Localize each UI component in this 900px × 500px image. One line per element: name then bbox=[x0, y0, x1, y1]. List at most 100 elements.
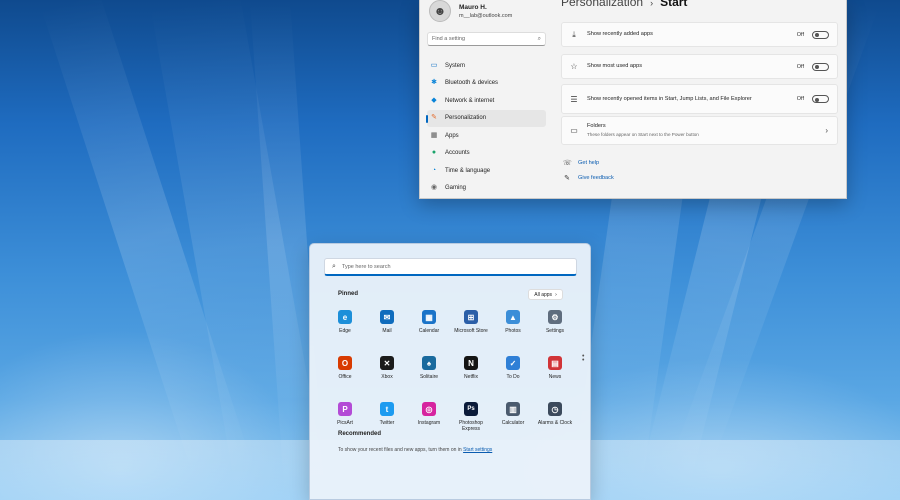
app-label: PicsArt bbox=[337, 420, 353, 426]
start-settings-link[interactable]: Start settings bbox=[463, 447, 492, 453]
person-icon: ● bbox=[431, 149, 437, 157]
folders-row[interactable]: ▭ Folders These folders appear on Start … bbox=[561, 116, 838, 145]
sidebar-item-label: Bluetooth & devices bbox=[445, 80, 499, 87]
app-label: Photos bbox=[505, 328, 521, 334]
give-feedback-link[interactable]: ✎ Give feedback bbox=[563, 174, 614, 182]
instagram-icon: ◎ bbox=[422, 402, 436, 416]
pinned-app-edge[interactable]: e Edge bbox=[324, 308, 366, 345]
app-label: Photoshop Express bbox=[459, 420, 483, 432]
start-search-placeholder: Type here to search bbox=[341, 263, 391, 270]
pinned-app-photos[interactable]: ▲ Photos bbox=[492, 308, 534, 345]
pinned-app-photoshop-express[interactable]: Ps Photoshop Express bbox=[450, 400, 492, 437]
app-label: Office bbox=[338, 374, 352, 380]
option-label: Show recently added apps bbox=[587, 31, 653, 37]
recent-apps-toggle[interactable] bbox=[812, 30, 829, 39]
sidebar-item-personalization[interactable]: ✎ Personalization bbox=[426, 109, 546, 127]
user-email: m__lab@outlook.com bbox=[459, 12, 513, 19]
app-label: To Do bbox=[506, 374, 520, 380]
app-label: Microsoft Store bbox=[454, 328, 488, 334]
sidebar-item-apps[interactable]: ▦ Apps bbox=[427, 127, 546, 145]
pinned-app-microsoft-store[interactable]: ⊞ Microsoft Store bbox=[450, 308, 492, 345]
app-label: Netflix bbox=[464, 374, 478, 380]
option-label: Show recently opened items in Start, Jum… bbox=[587, 95, 752, 102]
user-profile[interactable]: ☻ Mauro H. m__lab@outlook.com bbox=[429, 0, 512, 22]
find-setting-placeholder: Find a setting bbox=[432, 36, 466, 42]
folders-title: Folders bbox=[587, 123, 606, 129]
toggle-state: Off bbox=[796, 31, 804, 38]
sidebar-item-accounts[interactable]: ● Accounts bbox=[427, 145, 546, 163]
gamepad-icon: ◉ bbox=[430, 184, 438, 192]
app-label: News bbox=[548, 374, 562, 380]
sidebar-item-time-language[interactable]: ◔ Time & language bbox=[427, 162, 546, 180]
recent-items-toggle[interactable] bbox=[812, 95, 829, 103]
app-label: Settings bbox=[545, 328, 565, 334]
option-label: Show most used apps bbox=[587, 63, 643, 69]
store-icon: ⊞ bbox=[464, 310, 478, 324]
netflix-icon: N bbox=[464, 356, 478, 370]
globe-clock-icon: ◔ bbox=[431, 166, 437, 174]
folder-icon: ▭ bbox=[570, 126, 578, 135]
feedback-icon: ✎ bbox=[564, 175, 570, 182]
sidebar-item-label: System bbox=[445, 62, 466, 69]
app-label: Alarms & Clock bbox=[537, 420, 573, 426]
pinned-app-news[interactable]: ▤ News bbox=[534, 354, 576, 391]
all-apps-button[interactable]: All apps › bbox=[528, 289, 563, 300]
clock-icon: ◷ bbox=[548, 402, 562, 416]
sidebar-item-network-internet[interactable]: ◆ Network & internet bbox=[427, 92, 546, 110]
all-apps-label: All apps bbox=[534, 291, 553, 298]
office-icon: O bbox=[338, 356, 352, 370]
app-label: Instagram bbox=[417, 420, 441, 426]
page-title: Start bbox=[660, 0, 688, 9]
sidebar-item-gaming[interactable]: ◉ Gaming bbox=[427, 180, 546, 198]
help-icon: ☏ bbox=[563, 160, 572, 167]
pinned-app-netflix[interactable]: N Netflix bbox=[450, 354, 492, 391]
pinned-app-calculator[interactable]: ▥ Calculator bbox=[492, 400, 534, 437]
option-recent-apps: ⤓ Show recently added apps Off bbox=[561, 22, 838, 47]
apps-icon: ▦ bbox=[430, 131, 438, 139]
calculator-icon: ▥ bbox=[506, 402, 520, 416]
pinned-app-mail[interactable]: ✉ Mail bbox=[366, 308, 408, 345]
settings-sidebar: ☻ Mauro H. m__lab@outlook.com Find a set… bbox=[420, 0, 550, 198]
list-icon: ☰ bbox=[570, 94, 578, 104]
download-icon: ⤓ bbox=[572, 29, 576, 39]
breadcrumb: Personalization › Start bbox=[561, 0, 687, 9]
start-search-input[interactable]: ⌕ Type here to search bbox=[324, 258, 577, 276]
app-label: Solitaire bbox=[419, 374, 439, 380]
find-setting-input[interactable]: Find a setting ⌕ bbox=[427, 32, 546, 46]
sidebar-item-system[interactable]: ▭ System bbox=[427, 57, 546, 75]
sidebar-item-label: Network & internet bbox=[445, 97, 495, 104]
toggle-state: Off bbox=[796, 63, 804, 70]
app-label: Calendar bbox=[418, 328, 440, 334]
pinned-app-solitaire[interactable]: ♠ Solitaire bbox=[408, 354, 450, 391]
pinned-app-office[interactable]: O Office bbox=[324, 354, 366, 391]
pinned-app-to-do[interactable]: ✓ To Do bbox=[492, 354, 534, 391]
pinned-app-xbox[interactable]: ✕ Xbox bbox=[366, 354, 408, 391]
breadcrumb-parent[interactable]: Personalization bbox=[561, 0, 643, 9]
sidebar-item-bluetooth-devices[interactable]: ✱ Bluetooth & devices bbox=[427, 75, 546, 93]
app-label: Xbox bbox=[381, 374, 393, 380]
most-used-apps-toggle[interactable] bbox=[812, 62, 829, 71]
recommended-message: To show your recent files and new apps, … bbox=[338, 447, 462, 453]
get-help-link[interactable]: ☏ Get help bbox=[563, 159, 599, 167]
pinned-apps-grid: e Edge ✉ Mail ▦ Calendar ⊞ Microsoft Store ▲ Phot… bbox=[324, 308, 576, 437]
search-icon: ⌕ bbox=[332, 262, 336, 270]
sidebar-item-label: Gaming bbox=[445, 185, 467, 192]
recommended-text: To show your recent files and new apps, … bbox=[338, 447, 492, 453]
photos-icon: ▲ bbox=[506, 310, 520, 324]
wifi-icon: ◆ bbox=[431, 96, 437, 104]
settings-gear-icon: ⚙ bbox=[548, 310, 562, 324]
pinned-app-settings[interactable]: ⚙ Settings bbox=[534, 308, 576, 345]
start-menu: ⌕ Type here to search Pinned All apps › … bbox=[309, 243, 591, 500]
pinned-app-instagram[interactable]: ◎ Instagram bbox=[408, 400, 450, 437]
edge-icon: e bbox=[338, 310, 352, 324]
pinned-heading: Pinned bbox=[338, 291, 359, 297]
option-recent-items: ☰ Show recently opened items in Start, J… bbox=[561, 84, 838, 114]
bluetooth-icon: ✱ bbox=[431, 79, 437, 87]
pinned-app-alarms-clock[interactable]: ◷ Alarms & Clock bbox=[534, 400, 576, 437]
give-feedback-label: Give feedback bbox=[578, 175, 614, 181]
page-dots-indicator[interactable]: • • bbox=[582, 353, 584, 364]
pinned-app-calendar[interactable]: ▦ Calendar bbox=[408, 308, 450, 345]
sidebar-item-label: Apps bbox=[445, 132, 459, 139]
settings-nav-list: ▭ System ✱ Bluetooth & devices ◆ Network & in… bbox=[426, 57, 546, 198]
chevron-right-icon: › bbox=[650, 0, 654, 8]
